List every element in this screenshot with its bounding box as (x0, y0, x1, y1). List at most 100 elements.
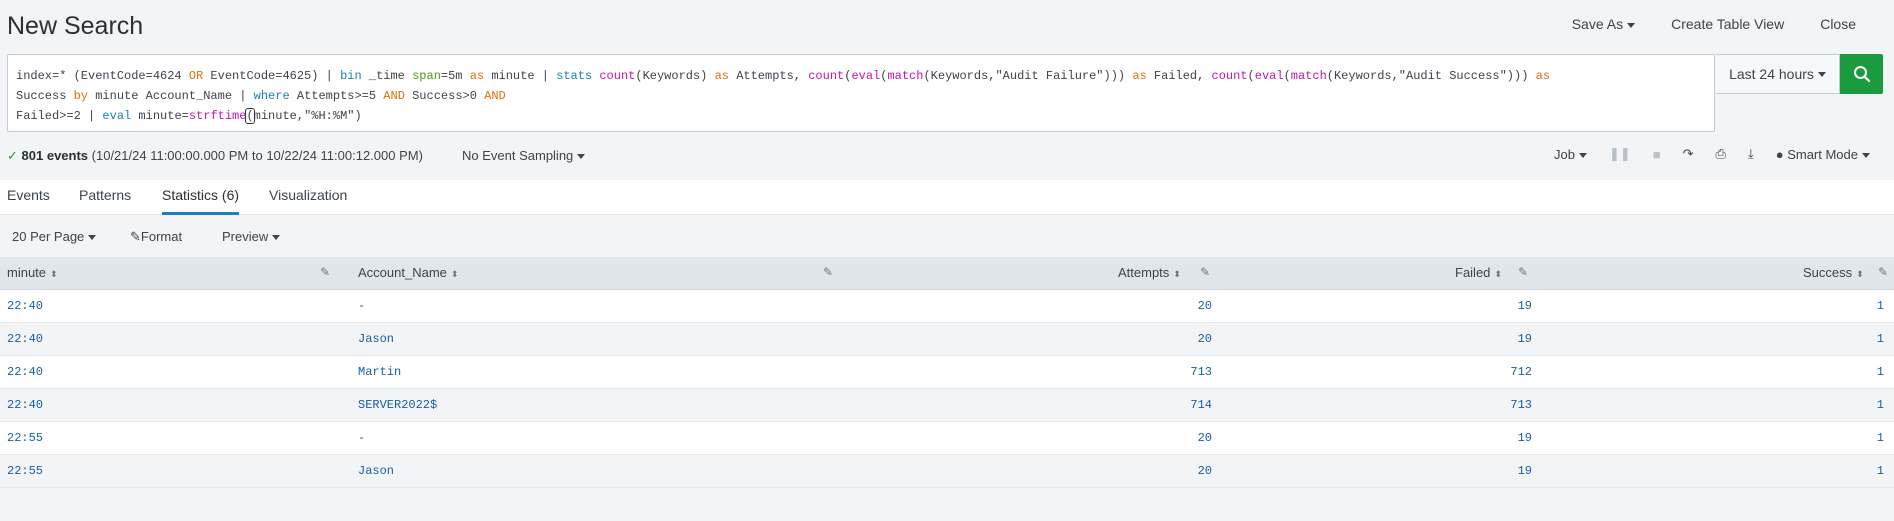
cell-attempts[interactable]: 20 (1100, 431, 1212, 445)
cell-minute[interactable]: 22:40 (7, 365, 43, 379)
search-icon (1853, 66, 1870, 83)
pencil-icon[interactable]: ✎ (320, 265, 330, 279)
pencil-icon: ✎ (130, 229, 141, 244)
cell-success[interactable]: 1 (1772, 299, 1884, 313)
cell-failed[interactable]: 712 (1420, 365, 1532, 379)
cell-failed[interactable]: 19 (1420, 431, 1532, 445)
pencil-icon[interactable]: ✎ (1518, 265, 1528, 279)
query-text: minute,"%H:%M") (253, 109, 362, 123)
search-button[interactable] (1840, 54, 1883, 94)
pencil-icon[interactable]: ✎ (1878, 265, 1888, 279)
format-button[interactable]: ✎Format (130, 229, 182, 245)
job-menu[interactable]: Job (1554, 147, 1587, 162)
sort-icon: ⬍ (1173, 269, 1181, 279)
column-header-failed[interactable]: Failed ⬍ (1455, 265, 1502, 280)
column-header-minute[interactable]: minute ⬍ (7, 265, 58, 280)
check-icon: ✓ (7, 148, 18, 163)
cell-account-name[interactable]: - (358, 431, 365, 445)
create-table-view-link[interactable]: Create Table View (1671, 16, 1784, 32)
query-text: Success (16, 89, 74, 103)
cell-attempts[interactable]: 713 (1100, 365, 1212, 379)
cell-account-name[interactable]: SERVER2022$ (358, 398, 437, 412)
table-row: 22:40 Jason 20 19 1 (0, 323, 1894, 356)
cell-minute[interactable]: 22:55 (7, 464, 43, 478)
cell-failed[interactable]: 713 (1420, 398, 1532, 412)
cell-attempts[interactable]: 20 (1100, 299, 1212, 313)
cell-minute[interactable]: 22:40 (7, 299, 43, 313)
print-icon[interactable]: ⎙ (1716, 146, 1726, 162)
tab-events[interactable]: Events (7, 187, 50, 203)
cell-minute[interactable]: 22:40 (7, 332, 43, 346)
cell-minute[interactable]: 22:55 (7, 431, 43, 445)
query-keyword: as (469, 69, 485, 83)
cell-account-name[interactable]: Martin (358, 365, 401, 379)
cell-account-name[interactable]: Jason (358, 332, 394, 346)
search-row: index=* (EventCode=4624 OR EventCode=462… (7, 54, 1883, 134)
tab-statistics[interactable]: Statistics (6) (162, 187, 240, 215)
table-header: minute ⬍ ✎ Account_Name ⬍ ✎ Attempts ⬍ ✎ Fa… (0, 257, 1894, 290)
cell-attempts[interactable]: 714 (1100, 398, 1212, 412)
column-title: Success (1803, 265, 1853, 280)
query-text: Attempts>=5 (289, 89, 384, 103)
cell-success[interactable]: 1 (1772, 332, 1884, 346)
query-command: eval (102, 109, 132, 123)
tab-visualization[interactable]: Visualization (269, 187, 347, 203)
caret-down-icon (88, 235, 97, 241)
query-text: index=* (EventCode=4624 (16, 69, 189, 83)
preview-dropdown[interactable]: Preview (222, 229, 281, 244)
stop-icon[interactable]: ■ (1653, 147, 1661, 162)
cell-success[interactable]: 1 (1772, 431, 1884, 445)
tab-patterns[interactable]: Patterns (79, 187, 131, 203)
close-link[interactable]: Close (1820, 16, 1856, 32)
top-actions: Save As Create Table View Close (1572, 16, 1856, 32)
share-icon[interactable]: ↷ (1683, 146, 1694, 162)
column-title: Attempts (1118, 265, 1170, 280)
export-icon[interactable]: ⤓ (1748, 146, 1754, 162)
column-header-account-name[interactable]: Account_Name ⬍ (358, 265, 458, 280)
query-text: (Keywords,"Audit Failure"))) (923, 69, 1133, 83)
query-function: eval (851, 69, 881, 83)
query-text: (Keywords) (635, 69, 715, 83)
query-keyword: as (1132, 69, 1147, 83)
save-as-label: Save As (1571, 16, 1624, 32)
cell-account-name[interactable]: - (358, 299, 365, 313)
query-keyword: by (73, 89, 89, 103)
results-tabs: Events Patterns Statistics (6) Visualiza… (0, 180, 1894, 215)
per-page-dropdown[interactable]: 20 Per Page (12, 229, 97, 244)
statistics-table: minute ⬍ ✎ Account_Name ⬍ ✎ Attempts ⬍ ✎ Fa… (0, 257, 1894, 488)
cell-failed[interactable]: 19 (1420, 464, 1532, 478)
cell-account-name[interactable]: Jason (358, 464, 394, 478)
caret-down-icon (577, 154, 586, 160)
text-cursor: ( (245, 108, 255, 124)
cell-success[interactable]: 1 (1772, 365, 1884, 379)
pencil-icon[interactable]: ✎ (823, 265, 833, 279)
cell-failed[interactable]: 19 (1420, 332, 1532, 346)
cell-success[interactable]: 1 (1772, 464, 1884, 478)
cell-failed[interactable]: 19 (1420, 299, 1532, 313)
cell-minute[interactable]: 22:40 (7, 398, 43, 412)
query-function: match (1290, 69, 1327, 83)
cell-attempts[interactable]: 20 (1100, 464, 1212, 478)
query-keyword: AND (484, 89, 506, 103)
search-mode-menu[interactable]: ● Smart Mode (1776, 147, 1870, 162)
query-argument: span (412, 69, 441, 83)
cell-success[interactable]: 1 (1772, 398, 1884, 412)
time-range-label: Last 24 hours (1729, 66, 1814, 82)
query-keyword: AND (383, 89, 405, 103)
query-text: Failed, (1146, 69, 1212, 83)
query-command: bin (340, 69, 362, 83)
pause-icon[interactable]: ❚❚ (1609, 146, 1631, 162)
query-text: =5m (440, 69, 470, 83)
query-keyword: as (1535, 69, 1551, 83)
column-header-success[interactable]: Success ⬍ (1803, 265, 1864, 280)
cell-attempts[interactable]: 20 (1100, 332, 1212, 346)
event-count: 801 events (21, 148, 89, 163)
event-sampling-dropdown[interactable]: No Event Sampling (462, 148, 586, 163)
save-as-menu[interactable]: Save As (1571, 16, 1636, 32)
column-header-attempts[interactable]: Attempts ⬍ (1118, 265, 1181, 280)
query-text: minute= (131, 109, 189, 123)
pencil-icon[interactable]: ✎ (1200, 265, 1210, 279)
search-query-input[interactable]: index=* (EventCode=4624 OR EventCode=462… (7, 54, 1715, 132)
time-range-picker[interactable]: Last 24 hours (1716, 54, 1840, 94)
sort-icon: ⬍ (50, 269, 58, 279)
